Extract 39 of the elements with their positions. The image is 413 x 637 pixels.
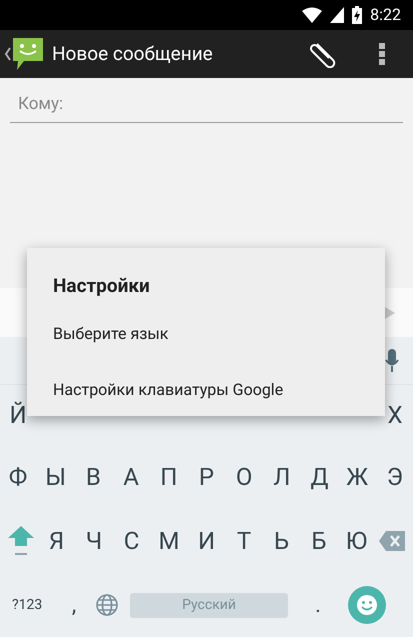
overflow-menu-icon[interactable] — [379, 43, 385, 65]
action-bar-title: Новое сообщение — [52, 40, 214, 67]
keyboard-key[interactable]: П — [154, 459, 184, 495]
keyboard-key[interactable]: Б — [304, 523, 334, 559]
comma-key[interactable]: , — [62, 588, 86, 622]
globe-icon[interactable] — [96, 594, 118, 616]
keyboard-key[interactable]: Ч — [79, 523, 109, 559]
keyboard-key[interactable]: И — [192, 523, 222, 559]
shift-icon[interactable] — [8, 526, 34, 556]
dialog-title: Настройки — [53, 273, 151, 299]
keyboard-key[interactable]: Т — [229, 523, 259, 559]
battery-icon — [352, 6, 362, 24]
keyboard-key[interactable]: Ю — [342, 523, 372, 559]
keyboard-key[interactable]: С — [116, 523, 146, 559]
keyboard-key[interactable]: О — [229, 459, 260, 495]
dialog-option[interactable]: Настройки клавиатуры Google — [53, 378, 385, 402]
dialog-option[interactable]: Выберите язык — [53, 322, 385, 346]
wifi-icon — [302, 7, 322, 23]
symbols-key[interactable]: ?123 — [12, 594, 52, 616]
back-icon[interactable] — [4, 47, 12, 61]
emoji-icon[interactable] — [348, 586, 386, 624]
keyboard-key[interactable]: В — [78, 459, 108, 495]
period-key[interactable]: . — [298, 588, 338, 622]
signal-icon — [330, 7, 344, 23]
keyboard-key[interactable]: А — [116, 459, 146, 495]
keyboard-key[interactable]: Ф — [3, 459, 33, 495]
keyboard-key[interactable]: М — [154, 523, 184, 559]
keyboard-key[interactable]: Р — [191, 459, 222, 495]
message-bubble-icon — [12, 37, 44, 71]
keyboard-key[interactable]: Ы — [40, 459, 71, 495]
keyboard-key[interactable]: Э — [380, 459, 410, 495]
status-time: 8:22 — [370, 4, 401, 26]
keyboard-key[interactable]: Я — [42, 523, 72, 559]
backspace-icon[interactable] — [379, 531, 405, 551]
keyboard-key[interactable]: Ь — [266, 523, 296, 559]
keyboard-key[interactable]: Д — [304, 459, 334, 495]
recipient-field[interactable]: Кому: — [10, 92, 403, 122]
keyboard-key[interactable]: Л — [266, 459, 297, 495]
keyboard-key[interactable]: Ж — [342, 459, 372, 495]
